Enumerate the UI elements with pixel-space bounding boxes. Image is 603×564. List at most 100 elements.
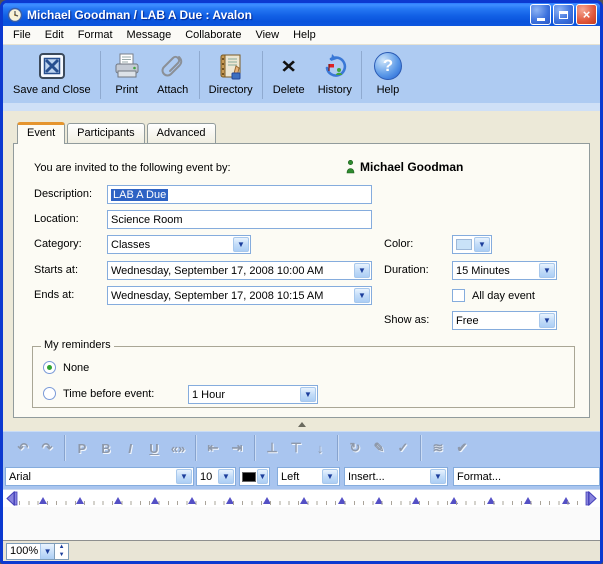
titlebar[interactable]: Michael Goodman / LAB A Due : Avalon × bbox=[3, 3, 600, 26]
tab-stop-marker[interactable] bbox=[226, 497, 234, 504]
color-label: Color: bbox=[384, 238, 413, 250]
chevron-down-icon: ▼ bbox=[474, 237, 490, 252]
zoom-level-select[interactable]: 100% ▼ bbox=[6, 543, 55, 560]
category-label: Category: bbox=[34, 238, 82, 250]
ruler bbox=[3, 489, 600, 507]
reminder-none-radio[interactable] bbox=[43, 361, 56, 374]
chevron-down-icon: ▼ bbox=[354, 288, 370, 303]
font-size-select[interactable]: 10 ▼ bbox=[196, 467, 236, 486]
reminder-time-label: Time before event: bbox=[63, 388, 154, 400]
font-name-select[interactable]: Arial ▼ bbox=[5, 467, 194, 486]
text-color-select[interactable]: ▼ bbox=[239, 467, 270, 486]
accept-icon[interactable]: ✓ bbox=[392, 440, 414, 456]
tab-stop-marker[interactable] bbox=[338, 497, 346, 504]
tab-stop-marker[interactable] bbox=[300, 497, 308, 504]
show-as-select[interactable]: Free ▼ bbox=[452, 311, 557, 330]
signature-icon[interactable]: ≋ bbox=[427, 440, 449, 456]
chevron-down-icon: ▼ bbox=[539, 263, 555, 278]
tab-advanced[interactable]: Advanced bbox=[147, 123, 216, 143]
tab-stop-icon[interactable]: ⊥ bbox=[261, 440, 283, 456]
menu-help[interactable]: Help bbox=[286, 27, 323, 43]
description-input[interactable]: LAB A Due bbox=[107, 185, 372, 204]
tab-participants[interactable]: Participants bbox=[67, 123, 144, 143]
tab-stop-marker[interactable] bbox=[39, 497, 47, 504]
chevron-down-icon: ▼ bbox=[322, 469, 338, 484]
print-icon bbox=[110, 49, 144, 83]
menu-view[interactable]: View bbox=[248, 27, 286, 43]
tab-event[interactable]: Event bbox=[17, 122, 65, 144]
left-indent-marker[interactable] bbox=[4, 491, 18, 506]
text-color-swatch bbox=[242, 472, 256, 482]
category-select[interactable]: Classes ▼ bbox=[107, 235, 251, 254]
print-button[interactable]: Print bbox=[104, 47, 150, 103]
tab-stop-marker[interactable] bbox=[487, 497, 495, 504]
color-swatch bbox=[456, 239, 472, 250]
reminder-time-select[interactable]: 1 Hour ▼ bbox=[188, 385, 318, 404]
delete-button[interactable]: × Delete bbox=[266, 47, 312, 103]
tab-stop-marker[interactable] bbox=[562, 497, 570, 504]
undo-icon[interactable]: ↶ bbox=[12, 440, 34, 456]
window-title: Michael Goodman / LAB A Due : Avalon bbox=[27, 8, 530, 22]
color-select[interactable]: ▼ bbox=[452, 235, 492, 254]
indent-icon[interactable]: ⇥ bbox=[226, 440, 248, 456]
close-button[interactable]: × bbox=[576, 4, 597, 25]
redo-icon[interactable]: ↷ bbox=[36, 440, 58, 456]
spellcheck-icon[interactable]: ✔ bbox=[451, 440, 473, 456]
underline-icon[interactable]: U bbox=[143, 441, 165, 456]
menu-message[interactable]: Message bbox=[120, 27, 179, 43]
revert-icon[interactable]: ↻ bbox=[344, 440, 366, 456]
tab-stop-marker[interactable] bbox=[188, 497, 196, 504]
minimize-button[interactable] bbox=[530, 4, 551, 25]
right-indent-marker[interactable] bbox=[585, 491, 599, 506]
directory-button[interactable]: Directory bbox=[203, 47, 259, 103]
tab-stop-marker[interactable] bbox=[375, 497, 383, 504]
help-button[interactable]: ? Help bbox=[365, 47, 411, 103]
tab-stop-marker[interactable] bbox=[151, 497, 159, 504]
location-input[interactable]: Science Room bbox=[107, 210, 372, 229]
all-day-checkbox[interactable] bbox=[452, 289, 465, 302]
reminder-time-radio[interactable] bbox=[43, 387, 56, 400]
maximize-button[interactable] bbox=[553, 4, 574, 25]
starts-at-label: Starts at: bbox=[34, 264, 78, 276]
menubar: File Edit Format Message Collaborate Vie… bbox=[3, 26, 600, 45]
menu-edit[interactable]: Edit bbox=[38, 27, 71, 43]
all-day-label: All day event bbox=[472, 290, 535, 302]
tab-stop-marker[interactable] bbox=[412, 497, 420, 504]
edit-pen-icon[interactable]: ✎ bbox=[368, 440, 390, 456]
save-and-close-button[interactable]: Save and Close bbox=[7, 47, 97, 103]
starts-at-select[interactable]: Wednesday, September 17, 2008 10:00 AM ▼ bbox=[107, 261, 372, 280]
tab-stop-marker[interactable] bbox=[524, 497, 532, 504]
duration-select[interactable]: 15 Minutes ▼ bbox=[452, 261, 557, 280]
history-button[interactable]: History bbox=[312, 47, 358, 103]
person-icon bbox=[346, 160, 355, 174]
tab-stop-marker[interactable] bbox=[76, 497, 84, 504]
chevron-down-icon: ▼ bbox=[257, 469, 268, 484]
chevron-down-icon: ▼ bbox=[233, 237, 249, 252]
format-menu-select[interactable]: Format... bbox=[453, 467, 600, 486]
tab-stops bbox=[39, 497, 570, 504]
menu-file[interactable]: File bbox=[6, 27, 38, 43]
quote-icon[interactable]: «» bbox=[167, 441, 189, 456]
history-icon bbox=[318, 49, 352, 83]
bold-icon[interactable]: B bbox=[95, 441, 117, 456]
ends-at-select[interactable]: Wednesday, September 17, 2008 10:15 AM ▼ bbox=[107, 286, 372, 305]
move-down-icon[interactable]: ↓ bbox=[309, 441, 331, 456]
pane-splitter[interactable] bbox=[3, 418, 600, 431]
tab-stop-marker[interactable] bbox=[114, 497, 122, 504]
tab-stop-marker[interactable] bbox=[263, 497, 271, 504]
margin-stop-icon[interactable]: ⊤ bbox=[285, 440, 307, 456]
paragraph-icon[interactable]: P bbox=[71, 441, 93, 456]
alignment-select[interactable]: Left ▼ bbox=[277, 467, 340, 486]
description-label: Description: bbox=[34, 188, 92, 200]
outdent-icon[interactable]: ⇤ bbox=[202, 440, 224, 456]
insert-menu-select[interactable]: Insert... ▼ bbox=[344, 467, 448, 486]
zoom-spinner[interactable]: ▲ ▼ bbox=[55, 543, 69, 560]
tab-stop-marker[interactable] bbox=[450, 497, 458, 504]
menu-format[interactable]: Format bbox=[71, 27, 120, 43]
chevron-down-icon: ▼ bbox=[539, 313, 555, 328]
attach-button[interactable]: Attach bbox=[150, 47, 196, 103]
italic-icon[interactable]: I bbox=[119, 441, 141, 456]
menu-collaborate[interactable]: Collaborate bbox=[178, 27, 248, 43]
message-body-area[interactable] bbox=[3, 507, 600, 540]
invited-by-label: You are invited to the following event b… bbox=[34, 162, 231, 174]
